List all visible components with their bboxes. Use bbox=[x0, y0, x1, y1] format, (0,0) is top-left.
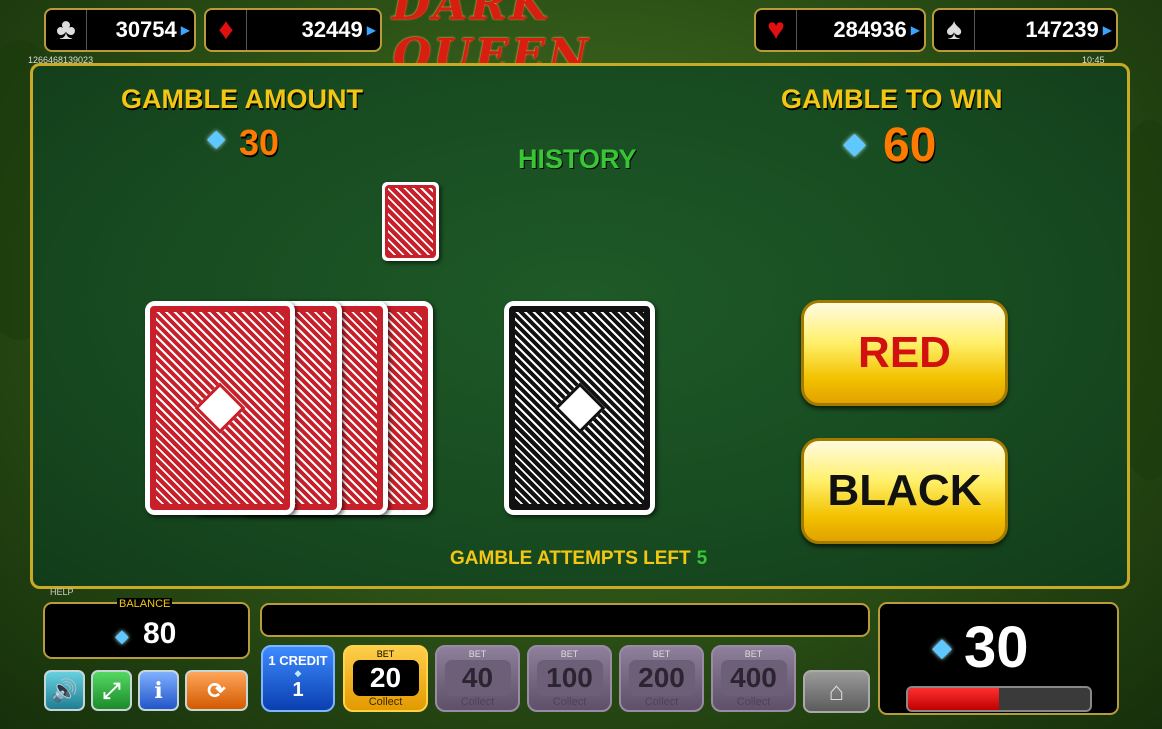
jackpot-diamonds: ♦ 32449 ▶ bbox=[204, 8, 382, 52]
black-card bbox=[504, 301, 655, 515]
gamble-to-win-value: 60 bbox=[883, 119, 937, 172]
bet-button-20[interactable]: BET 20 Collect bbox=[343, 645, 428, 712]
fullscreen-icon: ⤢ bbox=[102, 677, 121, 703]
clubs-icon: ♣ bbox=[46, 10, 87, 50]
history-card bbox=[382, 182, 439, 261]
help-label[interactable]: HELP bbox=[50, 587, 74, 597]
speaker-icon: 🔊 bbox=[50, 677, 79, 703]
win-panel: ◆ 30 bbox=[878, 602, 1119, 715]
gem-icon: ◆ bbox=[115, 626, 129, 646]
bet-button-200[interactable]: BET 200 Collect bbox=[619, 645, 704, 712]
credit-value: 1 bbox=[292, 679, 304, 701]
jackpot-hearts: ♥ 284936 ▶ bbox=[754, 8, 926, 52]
collect-label: Collect bbox=[460, 696, 495, 708]
message-bar bbox=[260, 603, 870, 637]
red-button[interactable]: RED bbox=[801, 300, 1008, 406]
bet-button-400[interactable]: BET 400 Collect bbox=[711, 645, 796, 712]
collect-label: Collect bbox=[644, 696, 679, 708]
repeat-icon: ⟳ bbox=[207, 677, 226, 703]
bet-label: BET bbox=[744, 649, 763, 659]
bet-value: 400 bbox=[720, 660, 787, 696]
info-icon: i bbox=[154, 677, 163, 704]
progress-fill bbox=[908, 688, 999, 710]
balance-value: 80 bbox=[143, 617, 177, 650]
hearts-icon: ♥ bbox=[756, 10, 797, 50]
bet-value: 40 bbox=[444, 660, 511, 696]
gem-icon: ▶ bbox=[910, 23, 920, 37]
bet-value: 200 bbox=[628, 660, 695, 696]
collect-label: Collect bbox=[552, 696, 587, 708]
gem-icon: ▶ bbox=[1102, 23, 1112, 37]
bet-label: BET bbox=[468, 649, 487, 659]
bet-label: BET bbox=[376, 649, 395, 659]
autoplay-button[interactable]: ⟳ bbox=[185, 670, 248, 711]
bet-label: BET bbox=[560, 649, 579, 659]
deck-card bbox=[145, 301, 295, 515]
gem-icon: ◆ bbox=[843, 127, 867, 160]
diamonds-icon: ♦ bbox=[206, 10, 247, 50]
gamble-attempts-label: GAMBLE ATTEMPTS LEFT bbox=[450, 548, 691, 569]
collect-label: Collect bbox=[736, 696, 771, 708]
gamble-amount-value: 30 bbox=[239, 122, 280, 163]
bet-button-100[interactable]: BET 100 Collect bbox=[527, 645, 612, 712]
jackpot-spades: ♠ 147239 ▶ bbox=[932, 8, 1118, 52]
gamble-attempts: GAMBLE ATTEMPTS LEFT 5 bbox=[450, 548, 707, 570]
history-label: HISTORY bbox=[518, 144, 637, 174]
home-button[interactable]: ⌂ bbox=[803, 670, 870, 713]
credit-button[interactable]: 1 CREDIT ◆ 1 bbox=[261, 645, 335, 712]
gem-icon: ◆ bbox=[207, 125, 226, 152]
gem-icon: ◆ bbox=[932, 632, 952, 662]
jackpot-value: 284936 bbox=[833, 17, 907, 42]
gem-icon: ◆ bbox=[294, 668, 302, 678]
bet-label: BET bbox=[652, 649, 671, 659]
spades-icon: ♠ bbox=[934, 10, 975, 50]
gamble-to-win-label: GAMBLE TO WIN bbox=[781, 84, 1003, 114]
fullscreen-button[interactable]: ⤢ bbox=[91, 670, 132, 711]
balance-panel: BALANCE ◆ 80 bbox=[43, 598, 250, 659]
black-button[interactable]: BLACK bbox=[801, 438, 1008, 544]
gem-icon: ▶ bbox=[180, 23, 190, 37]
jackpot-value: 147239 bbox=[1025, 17, 1099, 42]
jackpot-value: 32449 bbox=[301, 17, 363, 42]
bet-value: 100 bbox=[536, 660, 603, 696]
progress-bar bbox=[906, 686, 1092, 712]
gamble-attempts-value: 5 bbox=[696, 548, 708, 569]
collect-label: Collect bbox=[368, 696, 403, 708]
game-logo: DARK QUEEN bbox=[392, 0, 591, 81]
home-icon: ⌂ bbox=[828, 676, 845, 706]
bet-button-40[interactable]: BET 40 Collect bbox=[435, 645, 520, 712]
credit-label: 1 CREDIT bbox=[268, 653, 328, 668]
win-value: 30 bbox=[964, 615, 1029, 680]
balance-label: BALANCE bbox=[117, 598, 173, 610]
sound-button[interactable]: 🔊 bbox=[44, 670, 85, 711]
jackpot-clubs: ♣ 30754 ▶ bbox=[44, 8, 196, 52]
info-button[interactable]: i bbox=[138, 670, 179, 711]
bet-value: 20 bbox=[352, 660, 419, 696]
jackpot-value: 30754 bbox=[115, 17, 177, 42]
gamble-amount-label: GAMBLE AMOUNT bbox=[121, 84, 363, 114]
gem-icon: ▶ bbox=[366, 23, 376, 37]
